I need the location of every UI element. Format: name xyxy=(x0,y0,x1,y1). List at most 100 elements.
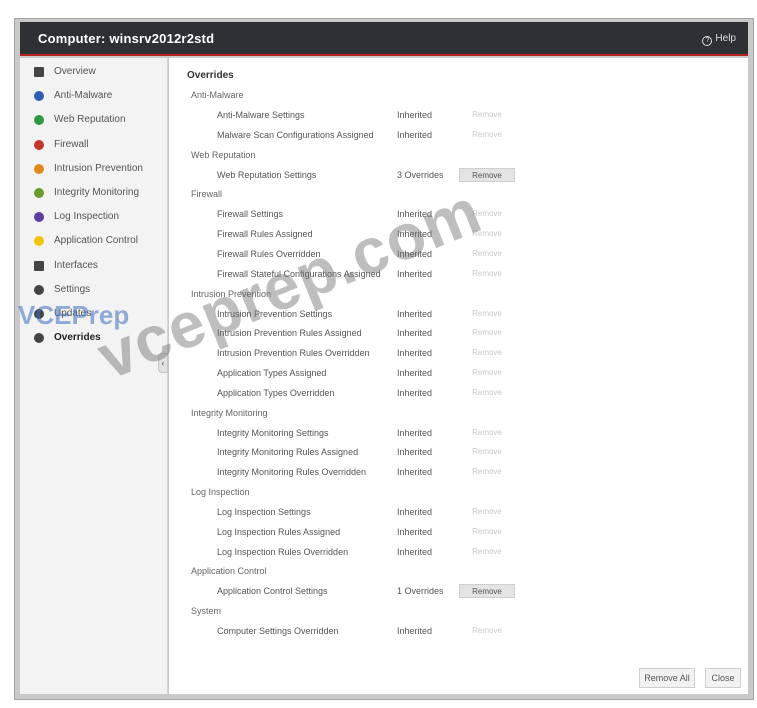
title-bar: Computer: winsrv2012r2std ? Help xyxy=(20,22,748,56)
override-row: Firewall Stateful Configurations Assigne… xyxy=(169,265,748,285)
sidebar-item-overrides[interactable]: Overrides xyxy=(20,326,168,350)
section-heading: Log Inspection xyxy=(191,487,250,497)
override-name: Firewall Rules Assigned xyxy=(217,229,313,240)
override-name: Integrity Monitoring Rules Assigned xyxy=(217,447,359,458)
override-state: Inherited xyxy=(397,626,433,637)
override-row: Application Types Assigned Inherited Remov… xyxy=(169,364,748,384)
remove-all-button[interactable]: Remove All xyxy=(639,668,695,688)
override-state: Inherited xyxy=(397,308,433,319)
remove-button: Remove xyxy=(472,110,502,119)
sidebar-item-label: Settings xyxy=(54,283,91,295)
remove-button: Remove xyxy=(472,268,502,278)
override-row: Intrusion Prevention Rules Assigned Inher… xyxy=(169,324,748,344)
settings-icon xyxy=(34,284,44,295)
override-state: Inherited xyxy=(397,209,433,220)
help-link[interactable]: ? Help xyxy=(702,33,736,46)
sidebar-item-label: Firewall xyxy=(54,138,89,150)
sidebar-item-anti-malware[interactable]: Anti-Malware xyxy=(20,84,168,108)
override-state: Inherited xyxy=(397,467,433,478)
override-row: Integrity Monitoring Settings Inherited Re… xyxy=(169,424,748,444)
section-heading: Intrusion Prevention xyxy=(191,288,272,299)
remove-button[interactable]: Remove xyxy=(459,584,515,599)
sidebar-item-overview[interactable]: Overview xyxy=(20,60,168,84)
section-heading: Web Reputation xyxy=(191,149,256,160)
remove-button: Remove xyxy=(472,526,502,536)
sidebar-item-interfaces[interactable]: Interfaces xyxy=(20,254,168,278)
web-reputation-icon xyxy=(34,115,44,126)
collapse-sidebar-handle[interactable]: ‹ xyxy=(158,353,168,373)
sidebar-item-label: Application Control xyxy=(54,235,138,247)
override-row: Intrusion Prevention Rules Overridden Inh… xyxy=(169,344,748,364)
help-label: Help xyxy=(715,33,736,44)
override-state: Inherited xyxy=(397,507,433,517)
override-state: Inherited xyxy=(397,328,433,339)
application-control-icon xyxy=(34,236,44,247)
override-state: Inherited xyxy=(397,546,433,557)
sidebar-item-intrusion-prevention[interactable]: Intrusion Prevention xyxy=(20,157,168,181)
remove-button: Remove xyxy=(472,348,502,358)
sidebar-item-label: Log Inspection xyxy=(54,211,120,223)
override-name: Computer Settings Overridden xyxy=(217,626,339,637)
override-state: Inherited xyxy=(397,268,433,279)
overrides-icon xyxy=(34,333,44,344)
close-button[interactable]: Close xyxy=(705,668,741,688)
override-name: Firewall Settings xyxy=(217,209,284,220)
override-row: Malware Scan Configurations Assigned Inhe… xyxy=(169,126,748,146)
override-name: Anti-Malware Settings xyxy=(217,110,305,120)
override-row: Application Control Settings 1 Overrides R… xyxy=(169,582,748,602)
override-state: Inherited xyxy=(397,427,433,438)
anti-malware-icon xyxy=(34,91,44,102)
override-row: Application Types Overridden Inherited Rem… xyxy=(169,384,748,404)
override-row: Anti-Malware Settings Inherited Remove xyxy=(169,106,748,126)
override-name: Malware Scan Configurations Assigned xyxy=(217,129,374,140)
section-heading: Anti-Malware xyxy=(191,90,244,100)
window-title: Computer: winsrv2012r2std xyxy=(38,31,215,46)
override-name: Integrity Monitoring Rules Overridden xyxy=(217,467,367,478)
override-name: Intrusion Prevention Rules Overridden xyxy=(217,348,370,359)
remove-button: Remove xyxy=(472,368,502,377)
sidebar-item-settings[interactable]: Settings xyxy=(20,278,168,302)
override-state: 1 Overrides xyxy=(397,586,444,597)
remove-button: Remove xyxy=(472,387,502,397)
override-name: Log Inspection Rules Assigned xyxy=(217,526,341,537)
override-row: Web Reputation Settings 3 Overrides Remove xyxy=(169,166,748,186)
override-name: Application Types Overridden xyxy=(217,387,335,398)
override-state: 3 Overrides xyxy=(397,169,444,180)
remove-button: Remove xyxy=(472,626,502,636)
override-row: Log Inspection Settings Inherited Remove xyxy=(169,503,748,523)
sidebar-item-log-inspection[interactable]: Log Inspection xyxy=(20,205,168,229)
sidebar-item-integrity-monitoring[interactable]: Integrity Monitoring xyxy=(20,181,168,205)
override-name: Intrusion Prevention Settings xyxy=(217,308,333,319)
override-name: Application Control Settings xyxy=(217,586,328,597)
remove-button: Remove xyxy=(472,507,502,516)
remove-button[interactable]: Remove xyxy=(459,167,515,182)
remove-button: Remove xyxy=(472,209,502,219)
remove-button: Remove xyxy=(472,546,502,556)
sidebar-item-label: Overrides xyxy=(54,332,101,344)
remove-button: Remove xyxy=(472,467,502,477)
override-name: Firewall Stateful Configurations Assigne… xyxy=(217,268,381,279)
override-state: Inherited xyxy=(397,229,433,240)
sidebar-item-updates[interactable]: Updates xyxy=(20,302,168,326)
sidebar-item-web-reputation[interactable]: Web Reputation xyxy=(20,108,168,132)
page-title: Overrides xyxy=(187,70,234,81)
sidebar-item-firewall[interactable]: Firewall xyxy=(20,133,168,157)
sidebar-item-label: Anti-Malware xyxy=(54,90,113,102)
override-state: Inherited xyxy=(397,387,433,398)
section-heading: System xyxy=(191,606,222,617)
intrusion-prevention-icon xyxy=(34,163,44,174)
firewall-icon xyxy=(34,139,44,150)
help-icon: ? xyxy=(702,36,713,46)
integrity-monitoring-icon xyxy=(34,188,44,198)
override-name: Application Types Assigned xyxy=(217,368,327,378)
interfaces-icon xyxy=(34,260,44,271)
override-name: Log Inspection Settings xyxy=(217,507,311,517)
log-inspection-icon xyxy=(34,212,44,223)
override-row: Firewall Rules Assigned Inherited Remove xyxy=(169,225,748,245)
remove-button: Remove xyxy=(472,249,502,258)
remove-button: Remove xyxy=(472,427,502,437)
sidebar-item-application-control[interactable]: Application Control xyxy=(20,229,168,253)
override-name: Web Reputation Settings xyxy=(217,169,317,180)
override-state: Inherited xyxy=(397,447,433,458)
override-row: Log Inspection Rules Assigned Inherited Re… xyxy=(169,523,748,543)
